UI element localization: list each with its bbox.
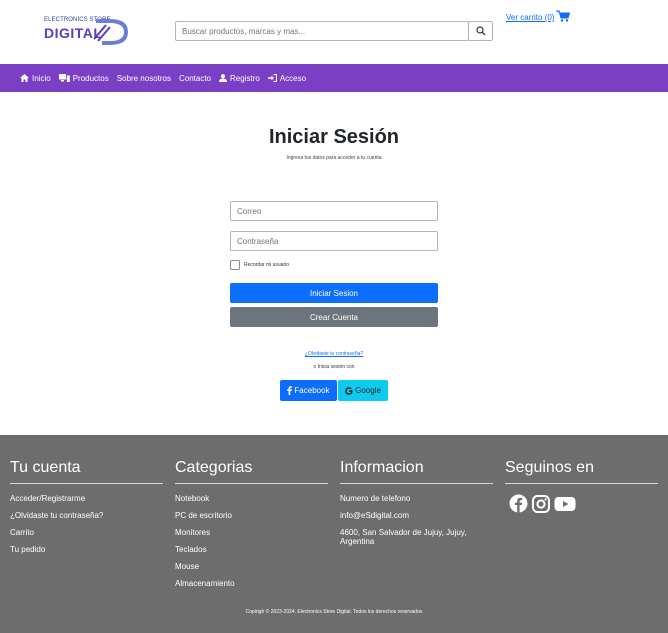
nav-label: Productos bbox=[72, 73, 109, 83]
nav-item-acceso[interactable]: Acceso bbox=[267, 73, 307, 83]
footer-heading-account: Tu cuenta bbox=[10, 459, 163, 484]
site-header: ELECTRONICS STORE DIGITAL Buscar product… bbox=[0, 0, 668, 64]
remember-checkbox[interactable] bbox=[230, 260, 240, 270]
password-field[interactable]: Contraseña bbox=[230, 231, 438, 251]
footer-link[interactable]: Notebook bbox=[175, 494, 328, 503]
nav-label: Inicio bbox=[32, 73, 51, 83]
login-button[interactable]: Iniciar Sesion bbox=[230, 283, 438, 303]
footer-heading-info: Informacion bbox=[340, 459, 493, 484]
store-logo[interactable]: ELECTRONICS STORE DIGITAL bbox=[44, 17, 130, 47]
footer-email: info@eSdigital.com bbox=[340, 511, 410, 520]
search-input[interactable]: Buscar productos, marcas y mas... bbox=[175, 21, 469, 41]
page-title: Iniciar Sesión bbox=[268, 126, 400, 148]
instagram-icon[interactable] bbox=[532, 494, 550, 513]
footer-link[interactable]: Teclados bbox=[175, 545, 328, 554]
footer-link[interactable]: Almacenamiento bbox=[175, 579, 328, 588]
logo-d-mark bbox=[93, 19, 129, 45]
site-footer: Tu cuenta Acceder/Registrarme ¿Olvidaste… bbox=[0, 435, 668, 633]
footer-phone: Numero de telefono bbox=[340, 494, 411, 503]
or-login-with-text: o Inicia sesión con bbox=[313, 364, 355, 370]
footer-col-info: Informacion Numero de telefono info@eSdi… bbox=[340, 459, 493, 554]
devices-icon bbox=[58, 74, 70, 82]
google-label: Google bbox=[355, 386, 381, 395]
nav-item-productos[interactable]: Productos bbox=[58, 73, 109, 83]
footer-link[interactable]: PC de escritorio bbox=[175, 511, 328, 520]
social-icons bbox=[509, 494, 658, 513]
nav-label: Contacto bbox=[178, 73, 212, 83]
search-icon bbox=[475, 26, 485, 36]
sign-in-icon bbox=[267, 74, 277, 82]
remember-label: Recordar mi usuario bbox=[244, 262, 290, 268]
footer-col-social: Seguinos en bbox=[505, 459, 658, 513]
facebook-icon[interactable] bbox=[509, 494, 528, 513]
main-navbar: Inicio Productos Sobre nosotros Contacto… bbox=[0, 64, 668, 92]
facebook-label: Facebook bbox=[294, 386, 330, 395]
remember-me: Recordar mi usuario bbox=[230, 260, 289, 270]
nav-item-inicio[interactable]: Inicio bbox=[20, 74, 51, 83]
google-login-button[interactable]: Google bbox=[338, 380, 388, 401]
nav-item-contacto[interactable]: Contacto bbox=[179, 74, 211, 83]
facebook-f-icon bbox=[287, 386, 293, 395]
nav-label: Acceso bbox=[279, 73, 307, 83]
search-button[interactable] bbox=[468, 21, 493, 41]
create-account-button[interactable]: Crear Cuenta bbox=[230, 307, 438, 327]
footer-link[interactable]: Monitores bbox=[175, 528, 328, 537]
footer-link[interactable]: ¿Olvidaste tu contraseña? bbox=[10, 511, 163, 520]
user-icon bbox=[219, 74, 228, 82]
google-g-icon bbox=[345, 386, 353, 395]
footer-heading-categories: Categorias bbox=[175, 459, 328, 484]
footer-link[interactable]: Carrito bbox=[10, 528, 163, 537]
footer-col-categories: Categorias Notebook PC de escritorio Mon… bbox=[175, 459, 328, 596]
facebook-login-button[interactable]: Facebook bbox=[280, 380, 337, 401]
footer-address: 4600, San Salvador de Jujuy, Jujuy, Arge… bbox=[340, 528, 467, 546]
cart-link[interactable]: Ver carrito (0) bbox=[506, 13, 554, 22]
page-subtitle: Ingresa tus datos para acceder a tu cuen… bbox=[286, 155, 382, 161]
nav-label: Sobre nosotros bbox=[116, 73, 171, 83]
nav-label: Registro bbox=[230, 73, 260, 83]
nav-item-registro[interactable]: Registro bbox=[219, 74, 260, 83]
email-field[interactable]: Correo bbox=[230, 201, 438, 221]
footer-heading-social: Seguinos en bbox=[505, 459, 658, 484]
home-icon bbox=[20, 74, 29, 82]
cart-icon[interactable] bbox=[556, 10, 570, 22]
footer-link[interactable]: Tu pedido bbox=[10, 545, 163, 554]
copyright-text: Copirigh © 2023-2024. Electronics Store … bbox=[245, 609, 423, 615]
forgot-password-link[interactable]: ¿Olvidaste tu contraseña? bbox=[0, 351, 668, 357]
footer-link[interactable]: Acceder/Registrarme bbox=[10, 494, 163, 503]
footer-link[interactable]: Mouse bbox=[175, 562, 328, 571]
footer-col-account: Tu cuenta Acceder/Registrarme ¿Olvidaste… bbox=[10, 459, 163, 562]
nav-item-sobre-nosotros[interactable]: Sobre nosotros bbox=[117, 74, 171, 83]
youtube-icon[interactable] bbox=[554, 496, 576, 512]
